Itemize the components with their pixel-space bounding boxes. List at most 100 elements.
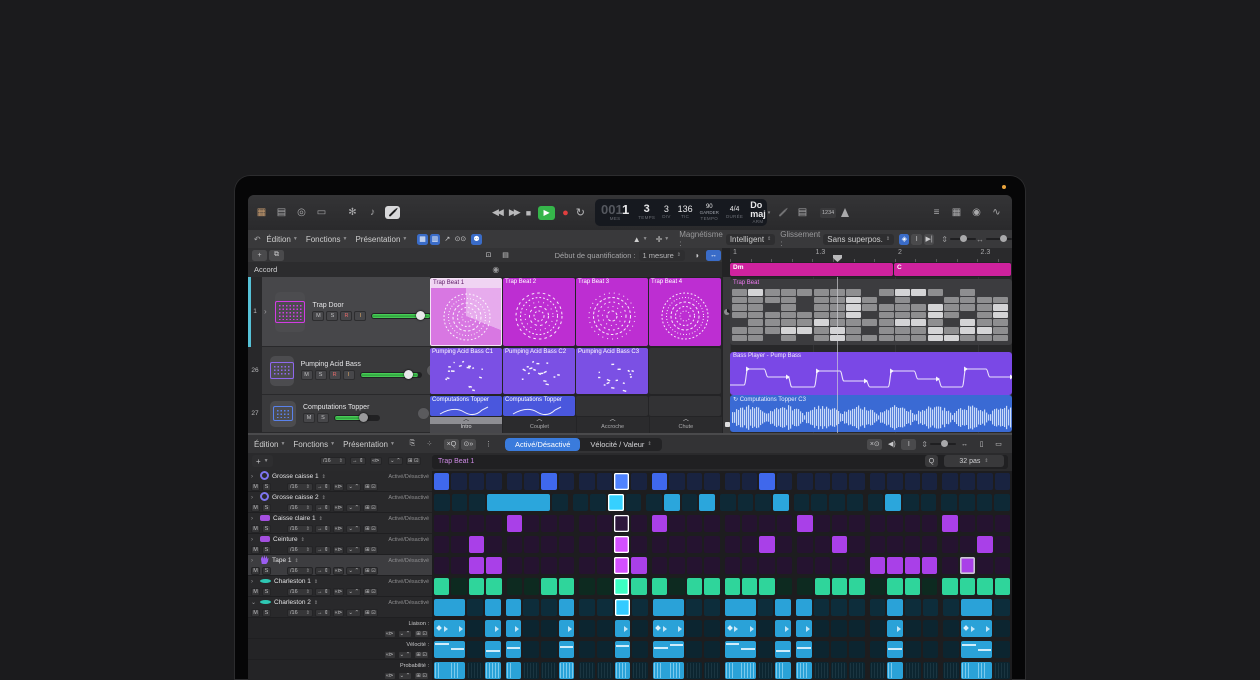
mode-onoff-tab[interactable]: Activé/Désactivé [505, 438, 580, 451]
step-cell[interactable] [921, 494, 937, 511]
step-cell[interactable] [541, 557, 556, 574]
seq-width-icon[interactable]: ↔ [957, 439, 972, 450]
step-cell[interactable] [559, 515, 574, 532]
loop-cell[interactable]: Trap Beat 3 [576, 278, 648, 346]
row-octave-icons[interactable]: ⌄ ⌃ [346, 588, 361, 596]
step-cell[interactable] [669, 620, 685, 637]
step-cell[interactable] [451, 557, 466, 574]
step-cell[interactable] [977, 557, 992, 574]
step-cell[interactable] [961, 641, 977, 658]
step-cell[interactable] [740, 599, 756, 616]
step-cell[interactable] [777, 515, 792, 532]
step-cell[interactable] [626, 494, 642, 511]
step-cell[interactable] [524, 578, 539, 595]
step-cell[interactable] [870, 641, 886, 658]
flex-pencil-icon[interactable] [775, 206, 790, 219]
step-cell[interactable] [559, 473, 574, 490]
row-stepper-icon[interactable]: ⇕ [319, 516, 323, 522]
lcd-chevron-icon[interactable]: ▾ [768, 210, 771, 216]
pattern-rate-select[interactable]: /16⇕ [320, 457, 346, 465]
arrangement-region[interactable]: Trap Beat [730, 279, 1012, 345]
expand-icon[interactable]: › [251, 537, 257, 543]
sequencer-row-header[interactable]: ›Caisse claire 1⇕Activé/DésactivéMS/16⇕→… [248, 513, 432, 534]
step-cell[interactable] [559, 620, 575, 637]
empty-cell[interactable] [649, 348, 721, 394]
row-stepper-icon[interactable]: ⇕ [322, 474, 326, 480]
expand-icon[interactable]: › [251, 558, 257, 564]
mono-mode-icon[interactable]: ⊙» [461, 439, 476, 450]
step-cell[interactable] [450, 662, 466, 679]
step-cell[interactable] [485, 620, 501, 637]
step-cell[interactable] [815, 515, 830, 532]
step-cell[interactable] [832, 578, 847, 595]
step-cell[interactable] [942, 578, 957, 595]
step-cell[interactable] [434, 536, 449, 553]
step-cell[interactable] [469, 557, 484, 574]
step-cell[interactable] [797, 557, 812, 574]
volume-knob[interactable] [404, 370, 413, 379]
sequencer-row-header[interactable]: Liaison :«⊳⌄ ⌃⊞ ⊡ [248, 618, 432, 639]
step-cell[interactable] [758, 599, 774, 616]
step-cell[interactable] [995, 536, 1010, 553]
dice-icon[interactable]: ⋮ [481, 439, 496, 450]
disclosure-icon[interactable]: › [264, 307, 267, 316]
step-cell[interactable] [597, 641, 613, 658]
step-cell[interactable] [905, 662, 921, 679]
step-cell[interactable] [887, 557, 902, 574]
step-cell[interactable] [829, 494, 845, 511]
play-button[interactable]: ▶ [538, 206, 555, 220]
step-cell[interactable] [541, 620, 557, 637]
step-cell[interactable] [849, 641, 865, 658]
row-rotate-icons[interactable]: «⊳ [333, 525, 345, 533]
smart-controls-icon[interactable]: ✻ [345, 206, 360, 219]
step-cell[interactable] [485, 599, 501, 616]
step-cell[interactable] [831, 620, 847, 637]
step-cell[interactable] [870, 662, 886, 679]
step-cell[interactable] [653, 662, 669, 679]
step-cell[interactable] [534, 494, 550, 511]
midi-in-icon[interactable]: ×⊙ [867, 439, 882, 450]
step-cell[interactable] [541, 578, 556, 595]
step-cell[interactable] [887, 473, 902, 490]
step-cell[interactable] [740, 620, 756, 637]
step-cell[interactable] [725, 620, 741, 637]
step-cell[interactable] [434, 515, 449, 532]
step-cell[interactable] [942, 557, 957, 574]
sequencer-row-header[interactable]: ›Charleston 1⇕Activé/DésactivéMS/16⇕→ ⇕«… [248, 576, 432, 597]
step-cell[interactable] [699, 494, 715, 511]
row-direction-select[interactable]: → ⇕ [315, 525, 331, 533]
step-cell[interactable] [523, 662, 539, 679]
step-cell[interactable] [759, 473, 774, 490]
step-cell[interactable] [523, 620, 539, 637]
step-cell[interactable] [704, 578, 719, 595]
step-cell[interactable] [469, 536, 484, 553]
step-cell[interactable] [777, 557, 792, 574]
step-cell[interactable] [961, 599, 977, 616]
row-stepper-icon[interactable]: ⇕ [314, 600, 318, 606]
step-cell[interactable] [796, 662, 812, 679]
step-cell[interactable] [849, 620, 865, 637]
step-cell[interactable] [597, 473, 612, 490]
step-cell[interactable] [725, 473, 740, 490]
menu-fonctions[interactable]: Fonctions▼ [306, 235, 348, 244]
sequencer-row-header[interactable]: Vélocité :«⊳⌄ ⌃⊞ ⊡ [248, 639, 432, 660]
step-cell[interactable] [523, 599, 539, 616]
step-cell[interactable] [995, 557, 1010, 574]
step-cell[interactable] [870, 599, 886, 616]
scene-trigger[interactable]: ︿Accroche [577, 417, 649, 433]
step-cell[interactable] [887, 515, 902, 532]
step-cell[interactable] [652, 557, 667, 574]
step-cell[interactable] [506, 641, 522, 658]
bar-ruler[interactable]: 11.322.3 [730, 248, 1012, 263]
step-cell[interactable] [687, 536, 702, 553]
step-cell[interactable] [887, 536, 902, 553]
row-rate-select[interactable]: /16⇕ [287, 525, 313, 533]
step-cell[interactable] [905, 578, 920, 595]
row-direction-select[interactable]: → ⇕ [315, 588, 331, 596]
step-cell[interactable] [995, 578, 1010, 595]
row-rotate-icons[interactable]: «⊳ [333, 567, 345, 575]
row-octave-icons[interactable]: ⌄ ⌃ [346, 546, 361, 554]
stop-all-icon[interactable] [725, 422, 730, 427]
chord-region[interactable]: Dm [730, 263, 893, 276]
row-direction-select[interactable]: → ⇕ [315, 546, 331, 554]
